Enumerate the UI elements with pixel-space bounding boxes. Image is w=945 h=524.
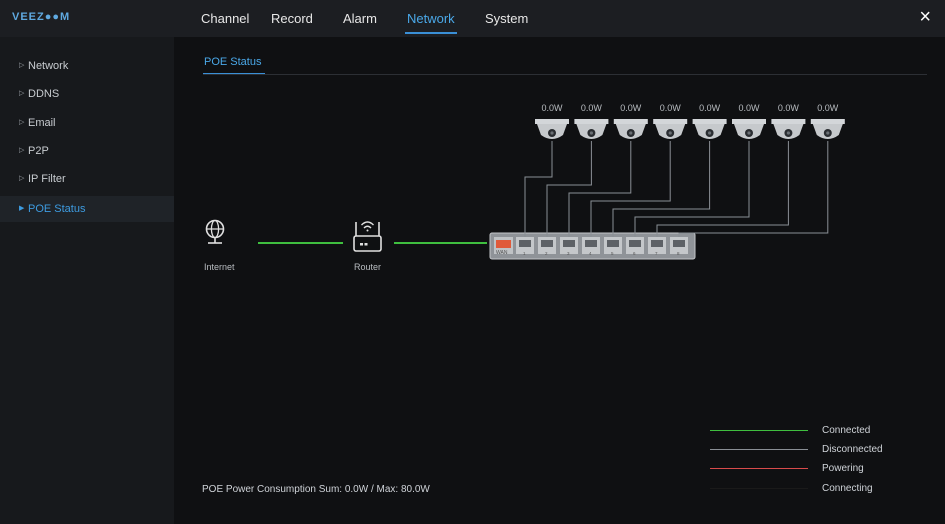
poe-wire bbox=[656, 141, 789, 237]
poe-wire bbox=[634, 141, 750, 237]
router-label: Router bbox=[354, 262, 381, 272]
top-bar: VEEZ●●M Channel Record Alarm Network Sys… bbox=[0, 0, 945, 37]
poe-power-summary: POE Power Consumption Sum: 0.0W / Max: 8… bbox=[202, 484, 430, 495]
internet-label: Internet bbox=[204, 262, 235, 272]
port-socket bbox=[673, 240, 685, 247]
sidebar-item-p2p[interactable]: ▷ P2P bbox=[0, 138, 174, 164]
legend-powering: Powering bbox=[822, 463, 864, 474]
legend-connecting: Connecting bbox=[822, 483, 873, 494]
port-socket bbox=[607, 240, 619, 247]
wan-label: WAN bbox=[496, 250, 508, 256]
app-logo: VEEZ●●M bbox=[12, 11, 71, 23]
camera-group: 0.0W 0.0W 0.0W 0.0W 0.0W 0.0W 0.0W 0.0W bbox=[535, 103, 845, 139]
triangle-right-icon: ▷ bbox=[19, 62, 25, 69]
legend-disconnected: Disconnected bbox=[822, 444, 883, 455]
camera-icon bbox=[810, 119, 845, 139]
globe-icon bbox=[205, 219, 225, 244]
legend-connected: Connected bbox=[822, 425, 871, 436]
triangle-right-icon: ▷ bbox=[19, 119, 25, 126]
router-icon bbox=[353, 221, 382, 252]
poe-wires bbox=[524, 141, 829, 237]
main-panel: POE Status Internet Router WAN 1 2 3 4 5… bbox=[174, 37, 945, 524]
sidebar-item-label: P2P bbox=[28, 145, 49, 157]
triangle-right-icon: ▷ bbox=[19, 90, 25, 97]
camera-icon bbox=[771, 119, 806, 139]
port-socket bbox=[519, 240, 531, 247]
sidebar-item-label: DDNS bbox=[28, 88, 60, 100]
camera-icon bbox=[535, 119, 569, 139]
poe-wire bbox=[568, 141, 632, 237]
poe-wire bbox=[678, 141, 829, 237]
port-socket bbox=[585, 240, 597, 247]
nav-tab-alarm[interactable]: Alarm bbox=[343, 0, 377, 37]
camera-power-label: 0.0W bbox=[738, 103, 760, 113]
sidebar-item-label: IP Filter bbox=[28, 173, 66, 185]
close-icon[interactable]: × bbox=[919, 7, 931, 27]
port-socket bbox=[629, 240, 641, 247]
port-socket bbox=[563, 240, 575, 247]
sidebar-item-email[interactable]: ▷ Email bbox=[0, 110, 174, 136]
triangle-right-icon: ▷ bbox=[19, 175, 25, 182]
sidebar-item-label: Network bbox=[28, 60, 69, 72]
poe-wire bbox=[612, 141, 711, 237]
camera-power-label: 0.0W bbox=[620, 103, 642, 113]
camera-icon bbox=[613, 119, 648, 139]
port-socket bbox=[651, 240, 663, 247]
camera-power-label: 0.0W bbox=[660, 103, 682, 113]
sidebar: ▷ Network ▷ DDNS ▷ Email ▷ P2P ▷ IP Filt… bbox=[0, 37, 174, 524]
camera-power-label: 0.0W bbox=[541, 103, 563, 113]
nav-tab-network[interactable]: Network bbox=[405, 0, 457, 37]
camera-power-label: 0.0W bbox=[817, 103, 839, 113]
legend-line-powering bbox=[710, 468, 808, 469]
sidebar-item-ddns[interactable]: ▷ DDNS bbox=[0, 81, 174, 107]
camera-icon bbox=[692, 119, 727, 139]
nav-tab-record[interactable]: Record bbox=[271, 0, 313, 37]
camera-icon bbox=[732, 119, 766, 139]
triangle-right-filled-icon: ▶ bbox=[19, 205, 25, 212]
legend-line-connected bbox=[710, 430, 808, 431]
sidebar-item-poe-status[interactable]: ▶ POE Status bbox=[0, 196, 174, 222]
sidebar-item-network[interactable]: ▷ Network bbox=[0, 53, 174, 79]
port-socket bbox=[541, 240, 553, 247]
nav-tab-channel[interactable]: Channel bbox=[201, 0, 249, 37]
sidebar-item-label: POE Status bbox=[28, 203, 86, 215]
camera-icon bbox=[653, 119, 688, 139]
camera-power-label: 0.0W bbox=[699, 103, 721, 113]
camera-power-label: 0.0W bbox=[581, 103, 603, 113]
legend-line-disconnected bbox=[710, 449, 808, 450]
triangle-right-icon: ▷ bbox=[19, 147, 25, 154]
legend-line-connecting bbox=[710, 488, 808, 489]
sidebar-item-ip-filter[interactable]: ▷ IP Filter bbox=[0, 166, 174, 192]
wan-port bbox=[496, 240, 511, 248]
nav-tab-system[interactable]: System bbox=[485, 0, 528, 37]
sidebar-item-label: Email bbox=[28, 117, 56, 129]
poe-wire bbox=[524, 141, 553, 237]
camera-icon bbox=[574, 119, 609, 139]
camera-power-label: 0.0W bbox=[778, 103, 800, 113]
poe-switch: WAN 12345678 bbox=[489, 232, 696, 260]
